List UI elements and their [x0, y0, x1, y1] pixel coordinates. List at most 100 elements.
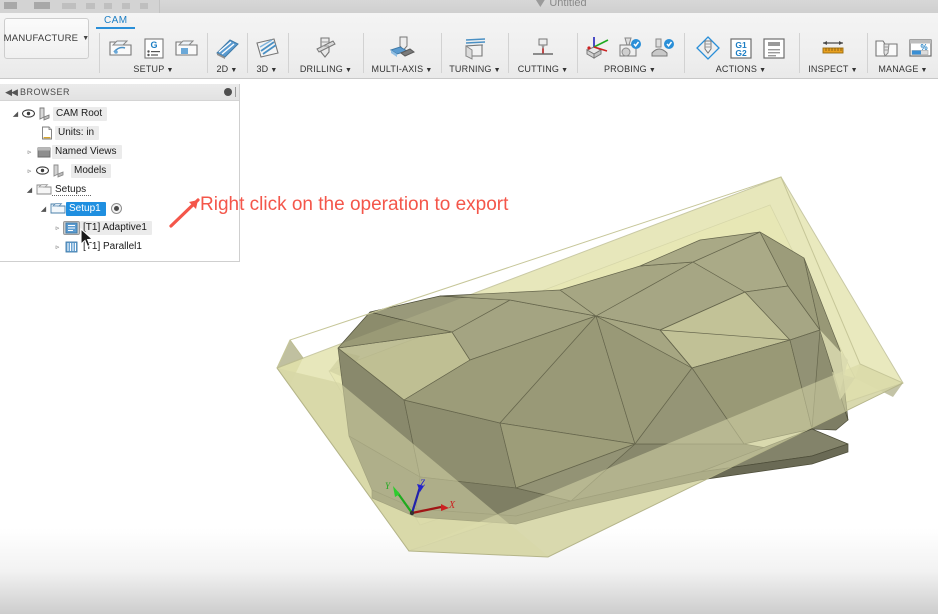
- chevron-expanded-icon[interactable]: ◢: [10, 110, 21, 118]
- probe-wcs-icon[interactable]: [582, 33, 612, 63]
- annotation-arrow-icon: [169, 198, 200, 228]
- ribbon-tabs[interactable]: CAM: [96, 13, 136, 29]
- ribbon-group-inspect-label[interactable]: INSPECT ▼: [808, 64, 858, 74]
- chevron-expanded-icon[interactable]: ◢: [24, 186, 35, 194]
- parallel-toolpath-icon: [63, 241, 80, 253]
- tab-cam[interactable]: CAM: [96, 15, 136, 29]
- ribbon-group-actions[interactable]: G1 G2 ACTIONS ▼: [686, 29, 796, 79]
- window-title-bar-cropped: Untitled: [0, 0, 938, 13]
- tool-library-icon[interactable]: [872, 33, 902, 63]
- active-setup-radio[interactable]: [110, 203, 122, 214]
- drilling-icon[interactable]: [311, 33, 341, 63]
- units-doc-icon: [38, 126, 55, 140]
- measure-icon[interactable]: [818, 33, 848, 63]
- panel-divider: [235, 87, 236, 97]
- post-process-g1g2-icon[interactable]: G1 G2: [726, 33, 756, 63]
- quick-access-toolbar-cropped[interactable]: [0, 0, 160, 13]
- chevron-collapsed-icon[interactable]: ▹: [52, 224, 63, 232]
- adaptive-clearing-icon: [63, 220, 80, 235]
- ribbon-group-turning[interactable]: TURNING ▼: [443, 29, 507, 79]
- ribbon-group-setup[interactable]: G SETUP ▼: [102, 29, 205, 79]
- 3d-toolpath-icon[interactable]: [252, 33, 282, 63]
- ribbon-group-drilling-label[interactable]: DRILLING ▼: [300, 64, 352, 74]
- browser-panel[interactable]: ◀◀ BROWSER ◢ CAM Root Units: in ▹ Named …: [0, 84, 240, 262]
- fusion-360-window: X Y Z Untitled CAM MANUFACTURE ▼ G SETUP…: [0, 0, 938, 614]
- tree-item-label[interactable]: CAM Root: [53, 106, 108, 121]
- tree-item-models[interactable]: ▹ Models: [0, 161, 239, 180]
- chevron-down-icon: ▼: [561, 67, 569, 74]
- pin-icon[interactable]: [224, 88, 232, 96]
- tree-item-label[interactable]: Models: [71, 163, 112, 178]
- ribbon-group-multi-axis[interactable]: MULTI-AXIS ▼: [364, 29, 440, 79]
- ribbon-group-probing[interactable]: PROBING ▼: [579, 29, 681, 79]
- browser-header: ◀◀ BROWSER: [0, 84, 239, 101]
- fusion-doc-icon: [535, 0, 546, 7]
- ribbon-group-2d-label[interactable]: 2D ▼: [216, 64, 237, 74]
- workspace-switcher-button[interactable]: MANUFACTURE ▼: [4, 18, 89, 59]
- setup-sheet-icon[interactable]: [759, 33, 789, 63]
- ribbon-group-manage[interactable]: % MANAGE ▼: [869, 29, 937, 79]
- visibility-eye-icon[interactable]: [21, 109, 36, 118]
- ribbon-group-inspect[interactable]: INSPECT ▼: [801, 29, 865, 79]
- chevron-collapsed-icon[interactable]: ▹: [24, 167, 35, 175]
- tree-item-label[interactable]: Setups: [52, 183, 92, 197]
- chevron-down-icon: ▼: [344, 67, 353, 74]
- ribbon-group-3d-label[interactable]: 3D ▼: [256, 64, 277, 74]
- setups-folder-icon: [35, 183, 52, 196]
- new-folder-icon[interactable]: [172, 33, 202, 63]
- new-setup-icon[interactable]: [106, 33, 136, 63]
- svg-text:G: G: [150, 40, 157, 50]
- setup-folder-icon: [49, 202, 66, 215]
- probe-surface-icon[interactable]: [648, 33, 678, 63]
- chevron-down-icon: ▼: [493, 67, 501, 74]
- tree-item-label[interactable]: Setup1: [66, 201, 106, 216]
- ribbon-group-manage-label[interactable]: MANAGE ▼: [878, 64, 927, 74]
- ribbon-group-drilling[interactable]: DRILLING ▼: [290, 29, 362, 79]
- collapse-left-icon[interactable]: ◀◀: [4, 87, 18, 98]
- models-icon: [50, 164, 67, 178]
- workspace-switcher-label: MANUFACTURE: [3, 33, 79, 44]
- 2d-toolpath-icon[interactable]: [212, 33, 242, 63]
- axis-label-z: Z: [420, 478, 426, 488]
- tree-item-label[interactable]: Units: in: [55, 125, 100, 140]
- ribbon-group-3d[interactable]: 3D ▼: [248, 29, 286, 79]
- ribbon-group-turning-label[interactable]: TURNING ▼: [449, 64, 501, 74]
- ribbon-toolbar[interactable]: CAM MANUFACTURE ▼ G SETUP ▼ 2D ▼ 3D ▼ DR…: [0, 13, 938, 79]
- chevron-down-icon: ▼: [230, 67, 238, 74]
- tree-item-units[interactable]: Units: in: [0, 123, 239, 142]
- ribbon-group-probing-label[interactable]: PROBING ▼: [604, 64, 656, 74]
- chevron-down-icon: ▼: [850, 67, 858, 74]
- cutting-icon[interactable]: [528, 33, 558, 63]
- ribbon-group-setup-label[interactable]: SETUP ▼: [133, 64, 173, 74]
- browser-tree[interactable]: ◢ CAM Root Units: in ▹ Named Views ▹ Mod…: [0, 101, 239, 256]
- chevron-collapsed-icon[interactable]: ▹: [52, 243, 63, 251]
- ribbon-group-actions-label[interactable]: ACTIONS ▼: [716, 64, 767, 74]
- chevron-down-icon: ▼: [166, 67, 174, 74]
- probe-geometry-icon[interactable]: [615, 33, 645, 63]
- machining-time-icon[interactable]: %: [905, 33, 935, 63]
- ribbon-group-multi-axis-label[interactable]: MULTI-AXIS ▼: [372, 64, 433, 74]
- gcode-list-icon[interactable]: G: [139, 33, 169, 63]
- tree-item-cam-root[interactable]: ◢ CAM Root: [0, 104, 239, 123]
- tree-item-named-views[interactable]: ▹ Named Views: [0, 142, 239, 161]
- chevron-collapsed-icon[interactable]: ▹: [24, 148, 35, 156]
- tree-item-label[interactable]: Named Views: [52, 144, 122, 159]
- drop-indicator: [52, 193, 92, 196]
- simulate-icon[interactable]: [693, 33, 723, 63]
- chevron-expanded-icon[interactable]: ◢: [38, 205, 49, 213]
- document-title: Untitled: [451, 0, 671, 11]
- svg-text:G2: G2: [735, 48, 747, 58]
- chevron-down-icon: ▼: [82, 35, 90, 42]
- document-title-text: Untitled: [549, 0, 587, 9]
- chevron-down-icon: ▼: [920, 67, 928, 74]
- axis-label-x: X: [449, 500, 456, 511]
- tree-item-parallel1[interactable]: ▹ [T1] Parallel1: [0, 237, 239, 256]
- ribbon-group-cutting-label[interactable]: CUTTING ▼: [518, 64, 569, 74]
- ribbon-group-2d[interactable]: 2D ▼: [208, 29, 246, 79]
- ribbon-group-cutting[interactable]: CUTTING ▼: [510, 29, 576, 79]
- multi-axis-icon[interactable]: [387, 33, 417, 63]
- turning-icon[interactable]: [460, 33, 490, 63]
- mouse-pointer-icon: [80, 228, 94, 248]
- visibility-eye-icon[interactable]: [35, 166, 50, 175]
- browser-title: BROWSER: [20, 87, 71, 97]
